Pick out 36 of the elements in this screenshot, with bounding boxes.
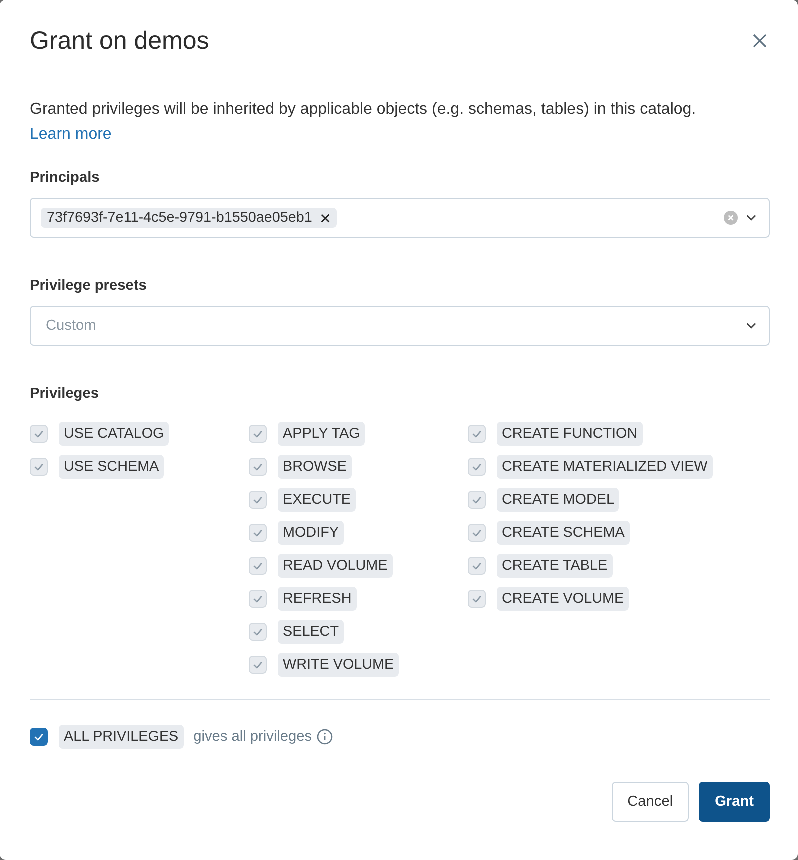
privilege-label: USE CATALOG <box>59 422 170 446</box>
field-label: Principals <box>30 170 101 186</box>
field-label: Privilege presets <box>30 278 148 294</box>
placeholder-text: Custom <box>46 318 96 334</box>
cancel-button[interactable]: Cancel <box>612 782 690 822</box>
learn-more-link[interactable]: Learn more <box>30 126 112 143</box>
chevron-down-icon <box>746 322 757 330</box>
description-text: Granted privileges will be inherited by applicable objects (e.g. schemas, tables) in this catalog. Learn more <box>30 100 698 145</box>
privilege-label: CREATE TABLE <box>497 554 613 578</box>
privilege-label: BROWSE <box>278 455 352 479</box>
privilege-label: MODIFY <box>278 521 344 545</box>
privilege-label: CREATE SCHEMA <box>497 521 630 545</box>
principals-field[interactable]: 73f7693f-7e11-4c5e-9791-b1550ae05eb1 <box>30 198 770 238</box>
privilege-label: READ VOLUME <box>278 554 393 578</box>
hint-text: gives all privileges <box>194 729 312 745</box>
chevron-down-icon <box>746 214 757 222</box>
info-icon <box>317 729 334 745</box>
checkbox[interactable] <box>30 728 48 746</box>
tag-text: 73f7693f-7e11-4c5e-9791-b1550ae05eb1 <box>47 210 312 226</box>
field-label: Privileges <box>30 386 100 402</box>
privilege-label: SELECT <box>278 620 344 644</box>
privilege-label: USE SCHEMA <box>59 455 164 479</box>
privilege-label: CREATE FUNCTION <box>497 422 643 446</box>
privilege-label: APPLY TAG <box>278 422 366 446</box>
privilege-label: CREATE VOLUME <box>497 587 630 611</box>
privilege-label: REFRESH <box>278 587 357 611</box>
privilege-label: CREATE MATERIALIZED VIEW <box>497 455 713 479</box>
clear-icon <box>724 211 738 225</box>
privilege-label: CREATE MODEL <box>497 488 620 512</box>
grant-button[interactable]: Grant <box>699 782 770 822</box>
privilege-label: EXECUTE <box>278 488 356 512</box>
privilege-label: ALL PRIVILEGES <box>59 725 184 749</box>
close-icon <box>752 33 768 49</box>
privilege-label: WRITE VOLUME <box>278 653 400 677</box>
dialog-title: Grant on demos <box>30 26 210 56</box>
remove-icon[interactable] <box>320 212 332 224</box>
